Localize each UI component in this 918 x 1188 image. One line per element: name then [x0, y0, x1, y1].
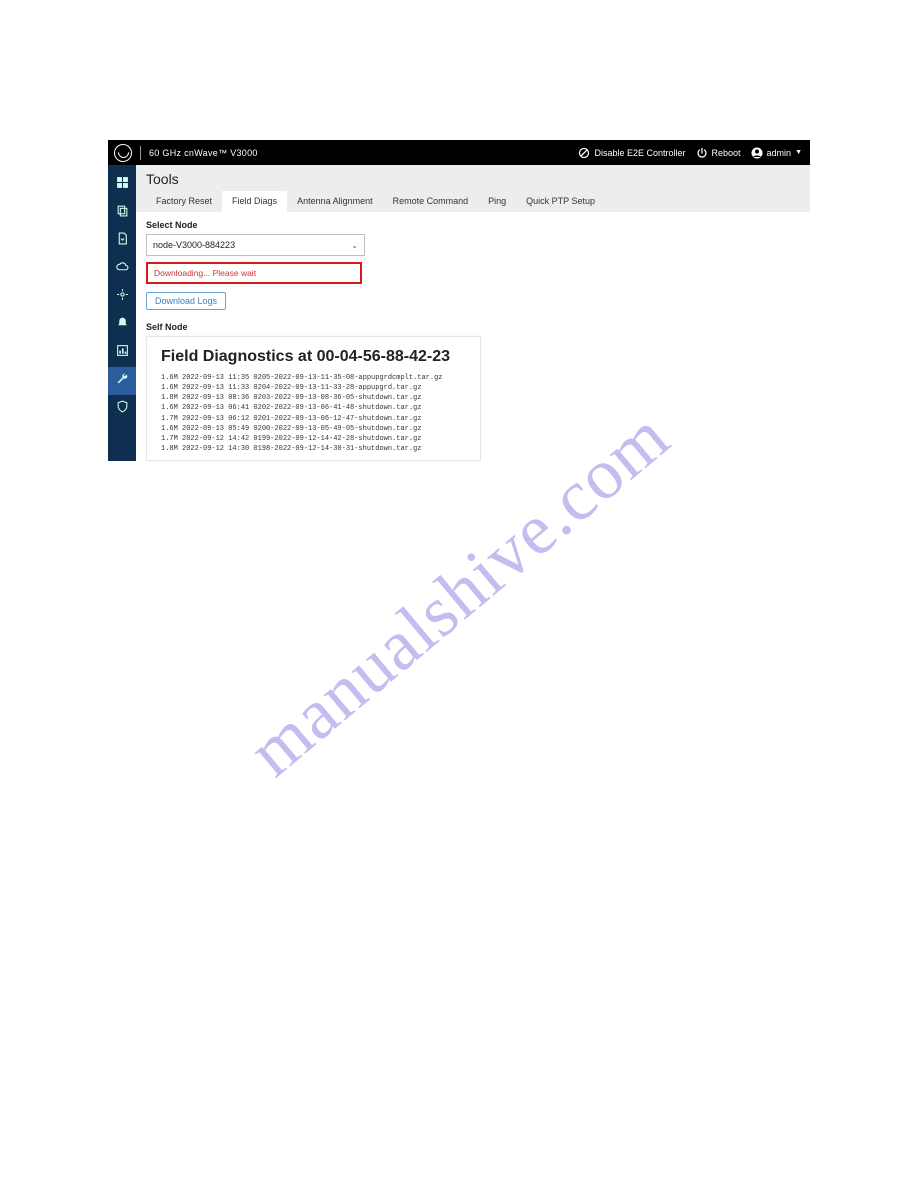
node-select-value: node-V3000-884223: [153, 240, 235, 250]
diagnostics-mac: 00-04-56-88-42-23: [317, 348, 450, 365]
tab-antenna-alignment[interactable]: Antenna Alignment: [287, 191, 383, 212]
select-node-label: Select Node: [146, 220, 800, 230]
tab-remote-command[interactable]: Remote Command: [383, 191, 479, 212]
copy-icon: [116, 204, 129, 222]
disable-e2e-label: Disable E2E Controller: [594, 148, 685, 158]
stats-icon: [116, 344, 129, 362]
self-node-label: Self Node: [146, 322, 800, 332]
sidebar-item-alerts[interactable]: [108, 311, 136, 339]
power-icon: [696, 147, 708, 159]
disable-icon: [578, 147, 590, 159]
tab-ping[interactable]: Ping: [478, 191, 516, 212]
sidebar-item-stats[interactable]: [108, 339, 136, 367]
user-menu[interactable]: admin ▼: [751, 147, 802, 159]
shield-icon: [116, 400, 129, 418]
gps-icon: [116, 288, 129, 306]
sidebar-item-tools[interactable]: [108, 367, 136, 395]
download-logs-button[interactable]: Download Logs: [146, 292, 226, 310]
page-header: Tools Factory Reset Field Diags Antenna …: [136, 165, 810, 212]
product-name: 60 GHz cnWave™ V3000: [149, 148, 258, 158]
user-name: admin: [767, 148, 792, 158]
sidebar-item-gps[interactable]: [108, 283, 136, 311]
download-status: Downloading... Please wait: [146, 262, 362, 284]
sidebar-item-security[interactable]: [108, 395, 136, 423]
sidebar: [108, 165, 136, 461]
tab-field-diags[interactable]: Field Diags: [222, 191, 287, 212]
sidebar-item-cloud[interactable]: [108, 255, 136, 283]
chevron-down-icon: ⌄: [351, 241, 358, 250]
wrench-icon: [116, 372, 129, 390]
tabs: Factory Reset Field Diags Antenna Alignm…: [146, 191, 800, 212]
reboot-label: Reboot: [712, 148, 741, 158]
sidebar-item-file[interactable]: [108, 227, 136, 255]
top-bar: 60 GHz cnWave™ V3000 Disable E2E Control…: [108, 140, 810, 165]
tab-quick-ptp-setup[interactable]: Quick PTP Setup: [516, 191, 605, 212]
tab-factory-reset[interactable]: Factory Reset: [146, 191, 222, 212]
chevron-down-icon: ▼: [795, 149, 802, 156]
diagnostics-card: Field Diagnostics at 00-04-56-88-42-23 1…: [146, 336, 481, 461]
bell-icon: [116, 316, 129, 334]
user-icon: [751, 147, 763, 159]
disable-e2e-button[interactable]: Disable E2E Controller: [578, 147, 685, 159]
node-select[interactable]: node-V3000-884223 ⌄: [146, 234, 365, 256]
file-icon: [116, 232, 129, 250]
log-list: 1.6M 2022-09-13 11:35 0205-2022-09-13-11…: [161, 373, 466, 454]
main-content: Tools Factory Reset Field Diags Antenna …: [136, 165, 810, 461]
cloud-icon: [116, 260, 129, 278]
vendor-logo-icon: [114, 144, 132, 162]
separator: [140, 146, 141, 160]
sidebar-item-copy[interactable]: [108, 199, 136, 227]
diagnostics-title: Field Diagnostics at 00-04-56-88-42-23: [161, 347, 466, 367]
reboot-button[interactable]: Reboot: [696, 147, 741, 159]
page-title: Tools: [146, 171, 800, 187]
dashboard-icon: [116, 176, 129, 194]
app-window: 60 GHz cnWave™ V3000 Disable E2E Control…: [108, 140, 810, 461]
sidebar-item-dashboard[interactable]: [108, 171, 136, 199]
